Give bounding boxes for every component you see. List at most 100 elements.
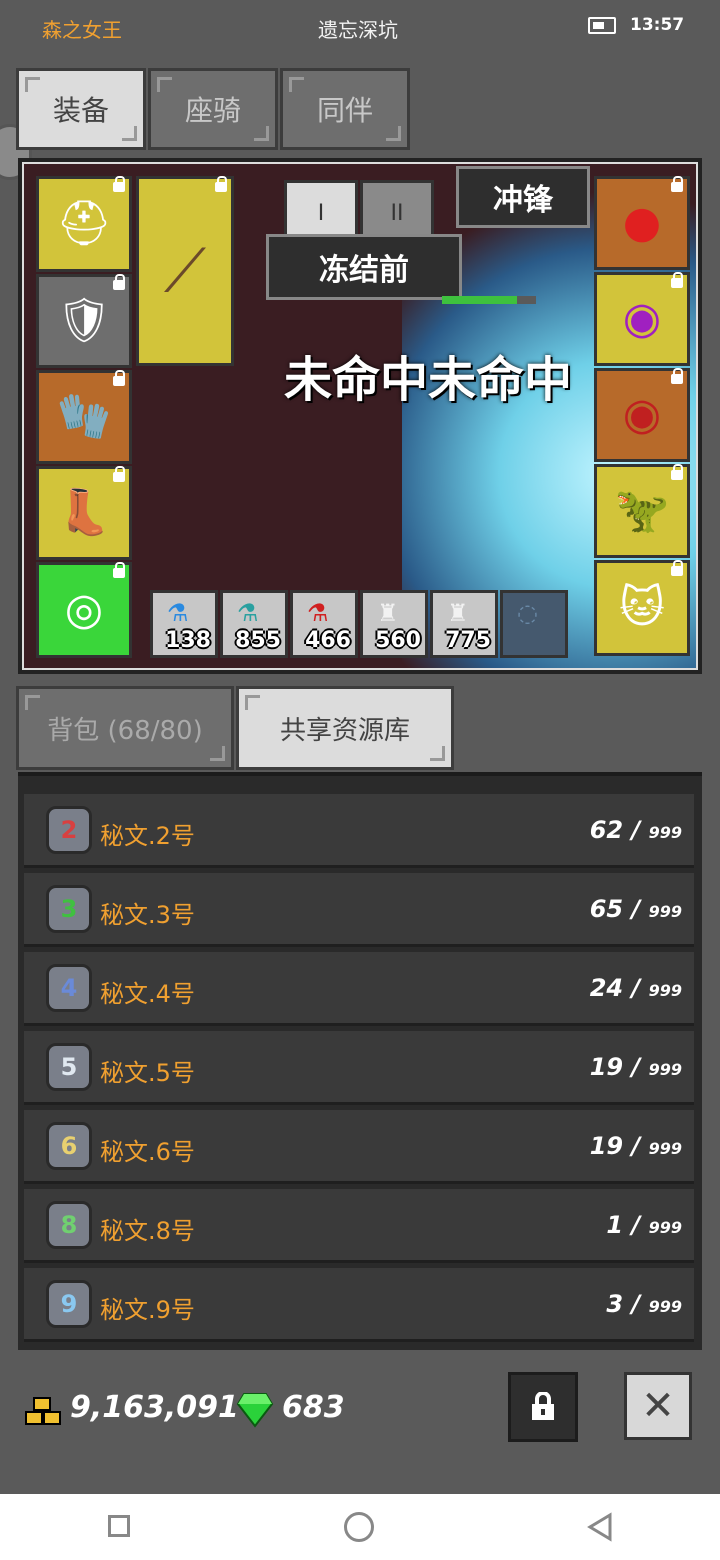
slot-amulet[interactable]: ●: [594, 176, 690, 270]
slot-accessory[interactable]: ◎: [36, 562, 132, 658]
list-item[interactable]: 4 秘文.4号 24 / 999: [24, 952, 694, 1026]
slot-boots[interactable]: 👢: [36, 466, 132, 560]
item-quantity: 65 / 999: [590, 895, 682, 923]
slot-gloves[interactable]: 🧤: [36, 370, 132, 464]
item-quantity: 3 / 999: [606, 1290, 682, 1318]
item-max: 999: [648, 1060, 682, 1079]
location-name: 遗忘深坑: [318, 18, 398, 42]
tab-backpack-label: 背包 (68/80): [47, 715, 203, 746]
quick-item-count: 855: [235, 628, 281, 653]
item-max: 999: [648, 823, 682, 842]
item-name: 秘文.5号: [100, 1059, 195, 1087]
mount-icon: 🦖: [614, 485, 670, 536]
shield-icon: ◎: [64, 584, 104, 635]
recents-icon[interactable]: [108, 1515, 130, 1537]
list-item[interactable]: 3 秘文.3号 65 / 999: [24, 873, 694, 947]
quick-item[interactable]: ⚗ 138: [150, 590, 218, 658]
quick-items-bar: ⚗ 138 ⚗ 855 ⚗ 466 ♜ 560 ♜ 775 ◌: [150, 590, 568, 660]
home-icon[interactable]: [344, 1512, 374, 1542]
rune-icon: 8: [46, 1201, 92, 1249]
item-count: 1 /: [606, 1211, 641, 1239]
tab-equipment[interactable]: 装备: [16, 68, 146, 150]
purple-ring-icon: ◉: [622, 293, 662, 344]
lock-icon: [532, 1392, 554, 1420]
item-count: 19 /: [589, 1053, 641, 1081]
rune-icon: 5: [46, 1043, 92, 1091]
red-potion-icon: ⚗: [307, 599, 329, 627]
red-amulet-icon: ●: [622, 197, 662, 248]
item-quantity: 19 / 999: [590, 1132, 682, 1160]
list-item[interactable]: 9 秘文.9号 3 / 999: [24, 1268, 694, 1342]
miss-text: 未命中未命中: [284, 352, 573, 408]
rune-icon: 6: [46, 1122, 92, 1170]
tab-mount[interactable]: 座骑: [148, 68, 278, 150]
bow-icon: ⟋: [164, 236, 206, 306]
item-max: 999: [648, 902, 682, 921]
quick-item[interactable]: ⚗ 466: [290, 590, 358, 658]
list-item[interactable]: 8 秘文.8号 1 / 999: [24, 1189, 694, 1263]
item-name: 秘文.9号: [100, 1296, 195, 1324]
list-item[interactable]: 5 秘文.5号 19 / 999: [24, 1031, 694, 1105]
item-quantity: 1 / 999: [606, 1211, 682, 1239]
item-name: 秘文.8号: [100, 1217, 195, 1245]
glove-icon: 🧤: [56, 391, 112, 442]
item-count: 65 /: [589, 895, 641, 923]
character-scene: ⛑ 🛡 🧤 👢 ◎ ⟋ I II 冲锋 冻结前 未命中未命中 ● ◉ ◉ 🦖 🐱…: [18, 158, 702, 674]
quick-item-count: 138: [165, 628, 211, 653]
character-name: 森之女王: [42, 18, 122, 42]
armor-icon: 🛡: [56, 295, 112, 346]
quick-item-empty[interactable]: ◌: [500, 590, 568, 658]
battery-icon: [588, 17, 616, 34]
quick-item[interactable]: ♜ 560: [360, 590, 428, 658]
rune-icon: 3: [46, 885, 92, 933]
effect-label-text: 冻结前: [319, 253, 409, 288]
item-max: 999: [648, 981, 682, 1000]
back-icon[interactable]: [586, 1512, 614, 1542]
item-name: 秘文.2号: [100, 822, 195, 850]
empty-slot-icon: ◌: [517, 599, 538, 627]
item-count: 24 /: [589, 974, 641, 1002]
boots-icon: 👢: [56, 487, 112, 538]
close-button[interactable]: ✕: [624, 1372, 692, 1440]
item-max: 999: [648, 1139, 682, 1158]
item-quantity: 62 / 999: [590, 816, 682, 844]
item-count: 3 /: [606, 1290, 641, 1318]
list-item[interactable]: 2 秘文.2号 62 / 999: [24, 794, 694, 868]
gem-icon: [236, 1393, 274, 1428]
helmet-icon: ⛑: [56, 198, 112, 249]
item-quantity: 24 / 999: [590, 974, 682, 1002]
item-name: 秘文.6号: [100, 1138, 195, 1166]
slot-mount[interactable]: 🦖: [594, 464, 690, 558]
teal-potion-icon: ⚗: [237, 599, 259, 627]
item-list[interactable]: 2 秘文.2号 62 / 999 3 秘文.3号 65 / 999 4 秘文.4…: [18, 772, 702, 1350]
skill-label-text: 冲锋: [493, 183, 553, 218]
slot-armor[interactable]: 🛡: [36, 274, 132, 368]
lock-button[interactable]: [508, 1372, 578, 1442]
tab-mount-label: 座骑: [184, 94, 241, 127]
tab-shared-storage[interactable]: 共享资源库: [236, 686, 454, 770]
blue-potion-icon: ⚗: [167, 599, 189, 627]
gold-icon: [25, 1397, 61, 1425]
rune-icon: 4: [46, 964, 92, 1012]
slot-ring-1[interactable]: ◉: [594, 272, 690, 366]
tab-companion[interactable]: 同伴: [280, 68, 410, 150]
skill-label: 冲锋: [456, 166, 590, 228]
quick-item[interactable]: ⚗ 855: [220, 590, 288, 658]
list-item[interactable]: 6 秘文.6号 19 / 999: [24, 1110, 694, 1184]
quick-item[interactable]: ♜ 775: [430, 590, 498, 658]
slot-pet[interactable]: 🐱: [594, 560, 690, 656]
slot-ring-2[interactable]: ◉: [594, 368, 690, 462]
slot-helmet[interactable]: ⛑: [36, 176, 132, 272]
slot-weapon[interactable]: ⟋: [136, 176, 234, 366]
gold-amount: 9,163,091: [70, 1390, 239, 1425]
system-nav-bar: [0, 1494, 720, 1560]
quick-item-count: 560: [375, 628, 421, 653]
mushroom-icon: ♜: [447, 599, 469, 627]
quick-item-count: 466: [305, 628, 351, 653]
clock: 13:57: [630, 15, 685, 35]
effect-label: 冻结前: [266, 234, 462, 300]
item-count: 62 /: [589, 816, 641, 844]
mode-button-2-label: II: [390, 200, 404, 226]
item-count: 19 /: [589, 1132, 641, 1160]
tab-backpack[interactable]: 背包 (68/80): [16, 686, 234, 770]
